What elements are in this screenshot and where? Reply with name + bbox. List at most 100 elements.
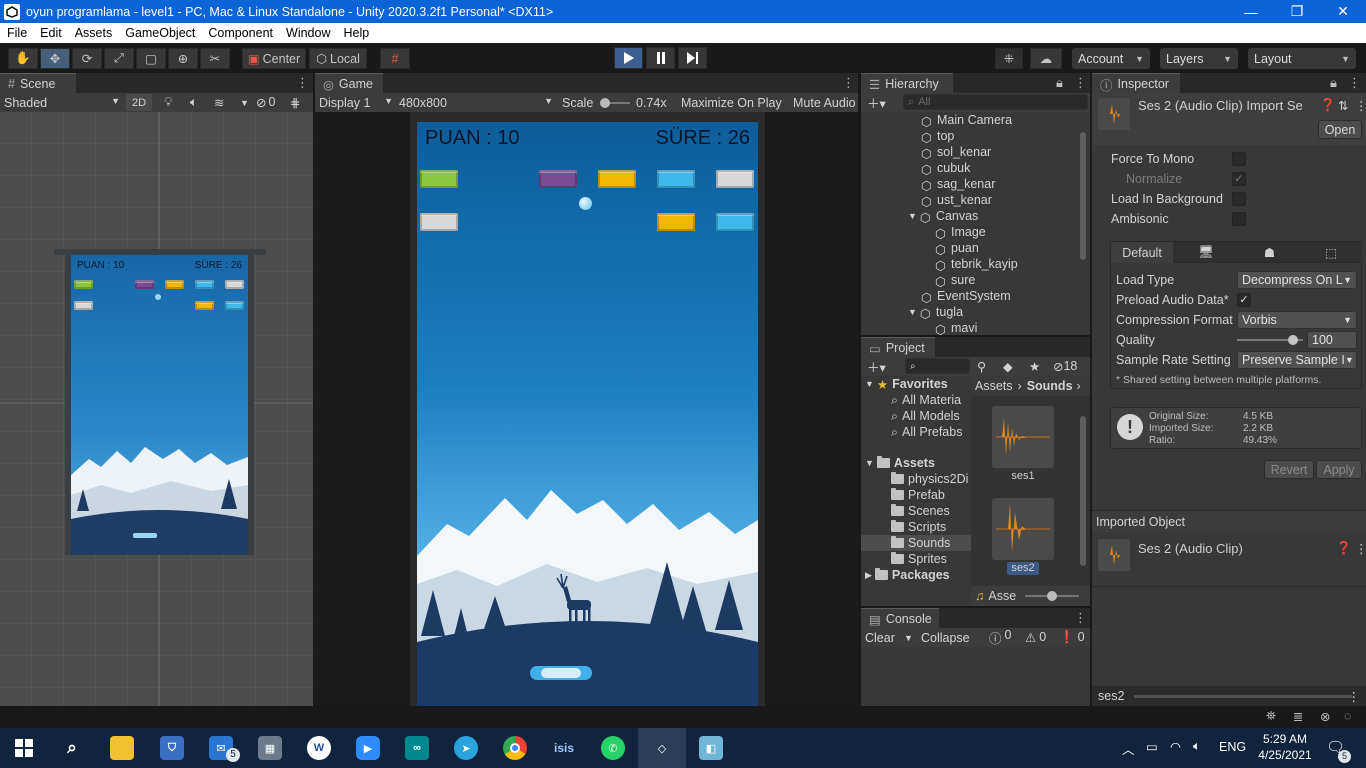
list-item[interactable]: ⌕ All Prefabs [891, 424, 962, 440]
calculator-icon[interactable]: ▦ [258, 736, 282, 760]
mute-audio-toggle[interactable]: Mute Audio [793, 96, 856, 110]
inspector-menu-icon[interactable]: ⋮ [1348, 75, 1361, 91]
rect-tool-icon[interactable]: ▢ [136, 48, 166, 69]
webgl-icon[interactable]: ⬚ [1325, 245, 1337, 260]
ambisonic-checkbox[interactable] [1232, 212, 1246, 226]
account-dropdown[interactable]: Account ▼ [1072, 48, 1150, 69]
menu-file[interactable]: File [0, 26, 33, 40]
play-button[interactable] [614, 47, 643, 69]
effects-icon[interactable]: ≋ [214, 95, 224, 110]
scene-menu-icon[interactable]: ⋮ [296, 75, 309, 91]
expand-arrow-icon[interactable]: ▼ [908, 211, 917, 221]
hierarchy-menu-icon[interactable]: ⋮ [1074, 75, 1087, 91]
hierarchy-search-input[interactable]: ⌕ All [903, 94, 1088, 110]
shading-dropdown[interactable]: Shaded ▼ [4, 96, 120, 110]
game-view[interactable]: PUAN : 10 SÜRE : 26 [315, 112, 858, 706]
lighting-icon[interactable]: 💡︎ [164, 95, 173, 110]
volume-icon[interactable]: 🔈︎ [1193, 739, 1201, 754]
help-icon[interactable]: ❓ [1336, 541, 1352, 556]
transform-tool-icon[interactable]: ⊕ [168, 48, 198, 69]
more-icon[interactable]: ⋮ [1348, 689, 1361, 704]
hierarchy-lock-icon[interactable]: 🔒︎ [1056, 75, 1063, 91]
tab-hierarchy[interactable]: ☰ Hierarchy [861, 73, 953, 94]
warning-filter-toggle[interactable]: ⚠ 0 [1025, 630, 1046, 645]
clock[interactable]: 5:29 AM 4/25/2021 [1254, 731, 1316, 763]
list-item[interactable]: Scripts [891, 519, 946, 535]
open-button[interactable]: Open [1318, 120, 1362, 139]
maximize-on-play-toggle[interactable]: Maximize On Play [681, 96, 782, 110]
filter-type-icon[interactable]: ⚲ [977, 359, 986, 374]
load-background-checkbox[interactable] [1232, 192, 1246, 206]
tab-scene[interactable]: # Scene [0, 73, 76, 94]
hand-tool-icon[interactable]: ✋ [8, 48, 38, 69]
preview-bar[interactable]: ses2 ⋮ [1092, 686, 1366, 706]
more-icon[interactable]: ⋮ [1355, 98, 1366, 113]
resolution-dropdown[interactable]: 480x800 ▼ [399, 96, 553, 110]
favorites-header[interactable]: ▼ ★ Favorites [865, 376, 948, 392]
move-tool-icon[interactable]: ✥ [40, 48, 70, 69]
list-item[interactable]: ▼ ⬡ Canvas [908, 208, 978, 225]
breadcrumb-sounds[interactable]: Sounds [1027, 379, 1073, 393]
breadcrumb-assets[interactable]: Assets [975, 379, 1013, 393]
list-item[interactable]: Scenes [891, 503, 950, 519]
tab-platform-default[interactable]: Default [1111, 242, 1173, 263]
menu-edit[interactable]: Edit [33, 26, 68, 40]
search-icon[interactable]: ⌕ [60, 736, 84, 760]
progress-icon[interactable]: ◌ [1344, 709, 1351, 723]
list-item[interactable]: ⬡ puan [935, 240, 979, 257]
add-icon[interactable]: ＋▾ [867, 357, 886, 376]
pivot-local-button[interactable]: ⬡ Local [309, 48, 367, 69]
list-item[interactable]: ⬡ cubuk [921, 160, 970, 177]
collab-icon[interactable]: ⁜ [995, 48, 1023, 69]
layers-dropdown[interactable]: Layers ▼ [1160, 48, 1238, 69]
list-item[interactable]: ⬡ sol_kenar [921, 144, 991, 161]
list-item[interactable]: ▼ ⬡ tugla [908, 304, 963, 321]
list-item[interactable]: ⬡ ust_kenar [921, 192, 992, 209]
favorite-star-icon[interactable]: ★ [1029, 359, 1040, 374]
project-scrollbar[interactable] [1080, 416, 1086, 566]
list-item[interactable]: ⬡ tebrik_kayip [935, 256, 1018, 273]
wifi-icon[interactable]: ◠ [1170, 739, 1181, 754]
list-item[interactable]: ⬡ sag_kenar [921, 176, 995, 193]
tab-console[interactable]: ▤ Console [861, 608, 939, 629]
preview-drag-handle[interactable] [1134, 694, 1352, 698]
more-icon[interactable]: ⋮ [1355, 541, 1366, 556]
apply-button[interactable]: Apply [1316, 460, 1362, 479]
effects-dropdown-icon[interactable]: ▼ [240, 98, 249, 108]
list-item[interactable]: ⬡ Image [935, 224, 986, 241]
grid-snap-icon[interactable]: # [380, 48, 410, 69]
menu-assets[interactable]: Assets [68, 26, 119, 40]
game-menu-icon[interactable]: ⋮ [842, 75, 855, 91]
stack-icon[interactable]: ≣ [1293, 709, 1303, 724]
debug-icon[interactable]: ⛯ [1266, 709, 1276, 724]
unity-icon[interactable]: ◇ [650, 736, 674, 760]
tab-inspector[interactable]: ⓘ Inspector [1092, 73, 1180, 94]
error-filter-toggle[interactable]: ❗ 0 [1059, 630, 1085, 645]
list-item[interactable]: ⬡ top [921, 128, 954, 145]
list-item[interactable]: ⬡ mavi [935, 320, 977, 337]
language-indicator[interactable]: ENG [1219, 740, 1246, 754]
packages-header[interactable]: ▶ Packages [865, 567, 950, 583]
word-icon[interactable]: W [307, 736, 331, 760]
arduino-icon[interactable]: ∞ [405, 736, 429, 760]
expand-arrow-icon[interactable]: ▼ [908, 307, 917, 317]
store-icon[interactable]: ⛉ [160, 736, 184, 760]
clear-options-icon[interactable]: ▼ [904, 633, 913, 643]
clear-button[interactable]: Clear [865, 631, 895, 645]
log-filter-toggle[interactable]: ⓘ 0 [989, 628, 1011, 647]
minimize-button[interactable]: — [1228, 0, 1274, 23]
revert-button[interactable]: Revert [1264, 460, 1314, 479]
list-item[interactable]: ⬡ sure [935, 272, 975, 289]
file-label-selected[interactable]: ses2 [1007, 562, 1039, 575]
scale-slider[interactable] [600, 98, 630, 108]
scale-tool-icon[interactable]: ⤢ [104, 48, 134, 69]
list-item[interactable]: Sounds [891, 535, 950, 551]
app-icon[interactable]: ◧ [699, 736, 723, 760]
file-label[interactable]: ses1 [992, 470, 1054, 482]
close-button[interactable]: ✕ [1320, 0, 1366, 23]
preload-checkbox[interactable]: ✓ [1237, 293, 1251, 307]
menu-help[interactable]: Help [336, 26, 375, 40]
list-item[interactable]: ⌕ All Materia [891, 392, 961, 408]
help-icon[interactable]: ❓ [1320, 98, 1336, 113]
compression-dropdown[interactable]: Vorbis ▼ [1237, 311, 1357, 329]
